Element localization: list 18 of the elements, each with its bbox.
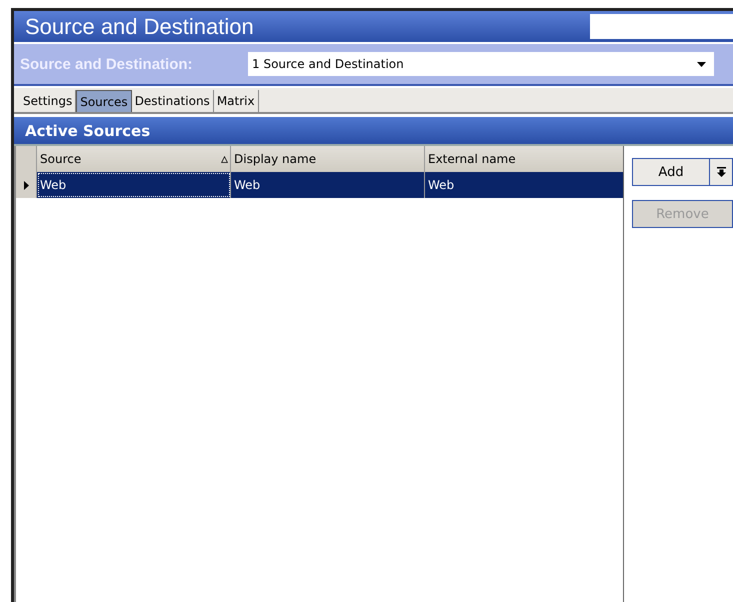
current-row-icon [24,180,28,190]
source-dropdown[interactable]: 1 Source and Destination [248,52,714,76]
tab[interactable]: Destinations [132,90,214,112]
title-field[interactable] [590,14,733,39]
action-button[interactable]: Add [632,158,733,186]
tab[interactable]: Matrix [214,90,259,112]
section-title: Active Sources [25,122,150,140]
table-cell: Web [231,172,425,198]
table-cell: Web [37,172,231,198]
caret-icon [697,62,706,66]
window-title: Source and Destination [24,14,254,40]
table-row[interactable]: Web Web Web [16,172,623,198]
tab[interactable]: Sources [76,90,132,112]
arrow-down-icon [716,167,726,177]
table-cell-text: Web [427,177,456,194]
column-header[interactable]: External name [425,146,623,172]
selector-label: Source and Destination: [19,56,194,72]
row-header [16,146,37,172]
